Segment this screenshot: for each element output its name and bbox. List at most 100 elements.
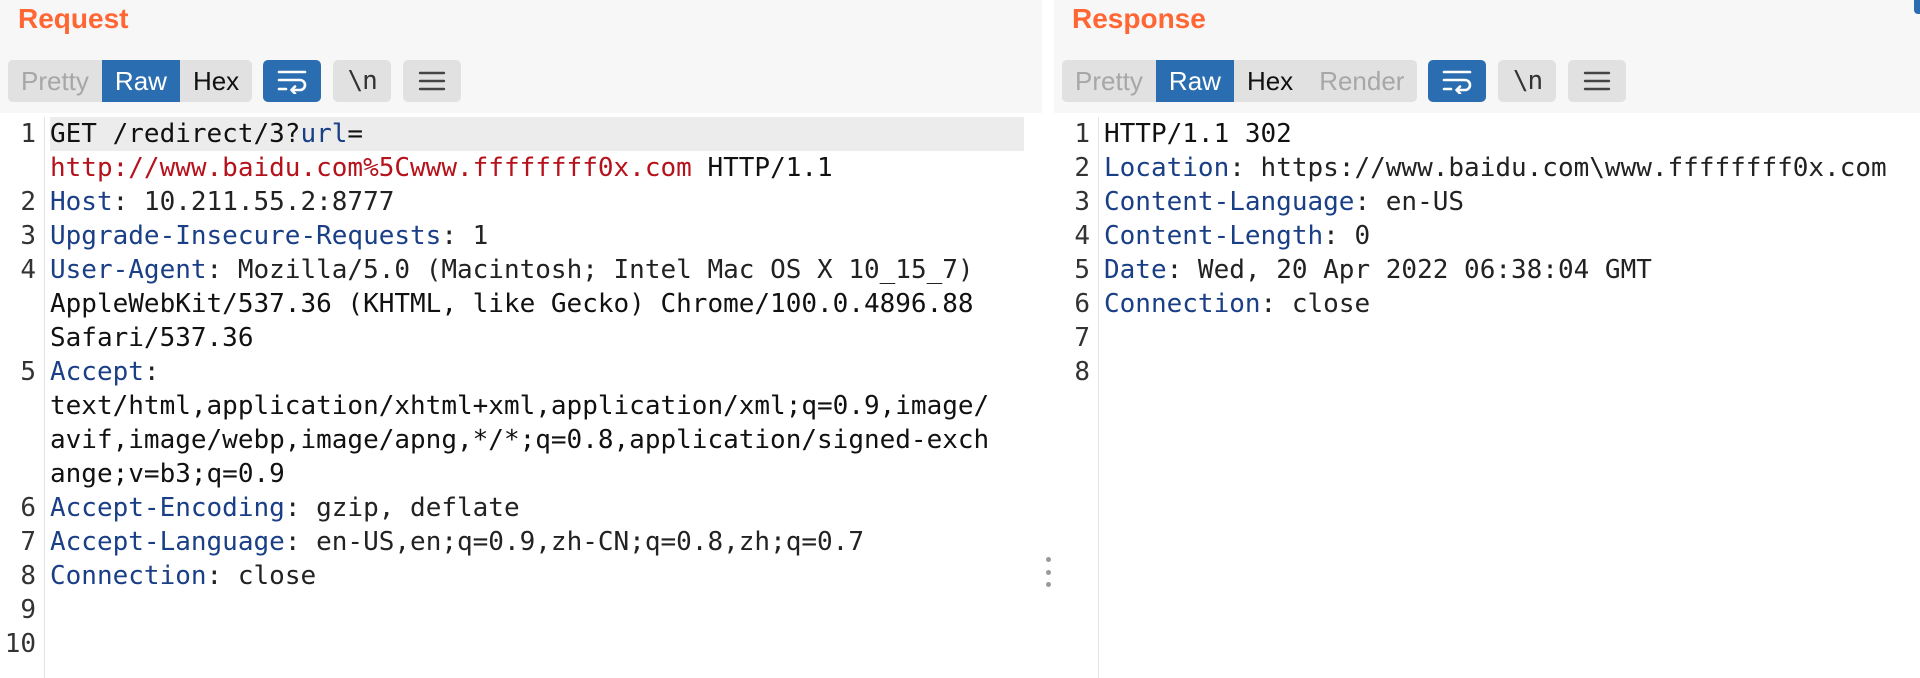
header-value: : 10.211.55.2:8777: [112, 187, 395, 217]
request-text[interactable]: GET /redirect/3?url= http://www.baidu.co…: [50, 117, 1042, 593]
line-number: [0, 287, 44, 321]
header-key: Accept-Language: [50, 527, 285, 557]
header-key: Location: [1104, 153, 1230, 183]
line-number: 6: [20, 493, 36, 523]
menu-icon: [418, 71, 446, 91]
response-line: Location: https://www.baidu.com\www.ffff…: [1104, 151, 1920, 185]
newline-toggle-icon: \n: [1512, 66, 1543, 96]
splitter-dot: [1045, 569, 1051, 575]
tab-raw[interactable]: Raw: [101, 60, 180, 102]
wrap-lines-button[interactable]: [1428, 60, 1487, 102]
wrap-lines-icon: [1443, 70, 1472, 94]
line-number: 5: [20, 357, 36, 387]
response-title: Response: [1072, 3, 1206, 34]
line-number: 7: [20, 527, 36, 557]
tab-pretty[interactable]: Pretty: [1062, 60, 1156, 102]
header-value: : Mozilla/5.0 (Macintosh; Intel Mac OS X…: [206, 255, 974, 285]
header-value: : https://www.baidu.com\www.ffffffff0x.c…: [1229, 153, 1887, 183]
request-line: http://www.baidu.com%5Cwww.ffffffff0x.co…: [50, 151, 1042, 185]
request-line: avif,image/webp,image/apng,*/*;q=0.8,app…: [50, 425, 990, 455]
menu-button[interactable]: [403, 60, 462, 102]
line-number: 2: [20, 187, 36, 217]
tab-pretty[interactable]: Pretty: [8, 60, 102, 102]
corner-indicator: [1914, 0, 1920, 14]
line-number: 5: [1074, 255, 1090, 285]
request-line: Upgrade-Insecure-Requests: 1: [50, 219, 1042, 253]
menu-button[interactable]: [1568, 60, 1627, 102]
line-number: 9: [20, 595, 36, 625]
request-line: Connection: close: [50, 559, 1042, 593]
header-value: : 0: [1323, 221, 1371, 251]
splitter-dot: [1045, 557, 1051, 562]
request-line: User-Agent: Mozilla/5.0 (Macintosh; Inte…: [50, 253, 1042, 287]
request-line: Safari/537.36: [50, 323, 254, 353]
line-number: 8: [20, 561, 36, 591]
response-text[interactable]: HTTP/1.1 302 Location: https://www.baidu…: [1104, 117, 1920, 321]
tab-render[interactable]: Render: [1306, 60, 1418, 102]
line-number: 6: [1074, 289, 1090, 319]
line-number: 1: [20, 119, 36, 149]
line-number: 4: [20, 255, 36, 285]
request-line: Accept-Encoding: gzip, deflate: [50, 491, 1042, 525]
query-param-key: url: [300, 119, 348, 149]
line-number: 2: [1074, 153, 1090, 183]
request-method-path: GET /redirect/3?: [50, 119, 301, 149]
header-value: :: [143, 357, 160, 387]
request-editor[interactable]: 1 2 3 4 5 6 7 8 9 10 GET /redirect/3?url…: [0, 113, 1042, 678]
request-view-tabs: Pretty Raw Hex: [8, 60, 253, 102]
splitter-dot: [1045, 582, 1051, 587]
pane-splitter-handle[interactable]: [1045, 557, 1051, 587]
header-value: : en-US,en;q=0.9,zh-CN;q=0.8,zh;q=0.7: [284, 527, 864, 557]
newline-toggle-button[interactable]: \n: [333, 60, 392, 102]
request-line: Accept:: [50, 355, 1042, 389]
header-key: Accept-Encoding: [50, 493, 285, 523]
http-version: HTTP/1.1: [691, 153, 833, 183]
request-header: Request Pretty Raw Hex \n: [0, 0, 1042, 113]
request-line: ange;v=b3;q=0.9: [50, 459, 285, 489]
line-number: 4: [1074, 221, 1090, 251]
line-number: 3: [1074, 187, 1090, 217]
line-number: 1: [1074, 119, 1090, 149]
tab-hex[interactable]: Hex: [179, 60, 253, 102]
line-number: 8: [1074, 357, 1090, 387]
response-header: Response Pretty Raw Hex Render \n: [1054, 0, 1920, 113]
header-key: User-Agent: [50, 255, 207, 285]
request-line: AppleWebKit/537.36 (KHTML, like Gecko) C…: [50, 289, 974, 319]
request-line: Accept-Language: en-US,en;q=0.9,zh-CN;q=…: [50, 525, 1042, 559]
response-line: Content-Language: en-US: [1104, 185, 1920, 219]
response-view-tabs: Pretty Raw Hex Render: [1062, 60, 1418, 102]
response-pane: Response Pretty Raw Hex Render \n 1 2 3 …: [1054, 0, 1920, 678]
header-key: Accept: [50, 357, 144, 387]
newline-toggle-icon: \n: [347, 66, 378, 96]
header-key: Content-Length: [1104, 221, 1324, 251]
header-value: : Wed, 20 Apr 2022 06:38:04 GMT: [1166, 255, 1652, 285]
menu-icon: [1584, 71, 1611, 91]
header-key: Upgrade-Insecure-Requests: [50, 221, 442, 251]
header-key: Host: [50, 187, 113, 217]
request-line-gutter: 1 2 3 4 5 6 7 8 9 10: [0, 117, 45, 678]
wrap-lines-icon: [277, 70, 307, 94]
tab-hex[interactable]: Hex: [1233, 60, 1307, 102]
newline-toggle-button[interactable]: \n: [1498, 60, 1557, 102]
request-toolbar: Pretty Raw Hex \n: [8, 60, 462, 102]
request-title: Request: [18, 3, 129, 34]
query-param-value: http://www.baidu.com%5Cwww.ffffffff0x.co…: [50, 153, 692, 183]
line-number: [0, 423, 44, 457]
response-editor[interactable]: 1 2 3 4 5 6 7 8 HTTP/1.1 302 Location: h…: [1054, 113, 1920, 678]
response-line-gutter: 1 2 3 4 5 6 7 8: [1054, 117, 1099, 678]
header-key: Connection: [50, 561, 207, 591]
header-value: : close: [1260, 289, 1371, 319]
line-number: 3: [20, 221, 36, 251]
query-equals: =: [347, 119, 364, 149]
tab-raw[interactable]: Raw: [1155, 60, 1234, 102]
response-line: Content-Length: 0: [1104, 219, 1920, 253]
wrap-lines-button[interactable]: [263, 60, 322, 102]
header-value: : close: [206, 561, 317, 591]
header-value: : en-US: [1354, 187, 1465, 217]
request-line: Host: 10.211.55.2:8777: [50, 185, 1042, 219]
line-number: [0, 321, 44, 355]
line-number: 7: [1074, 323, 1090, 353]
request-line: GET /redirect/3?url=: [50, 117, 1024, 151]
response-line: Connection: close: [1104, 287, 1920, 321]
line-number: [0, 151, 44, 185]
